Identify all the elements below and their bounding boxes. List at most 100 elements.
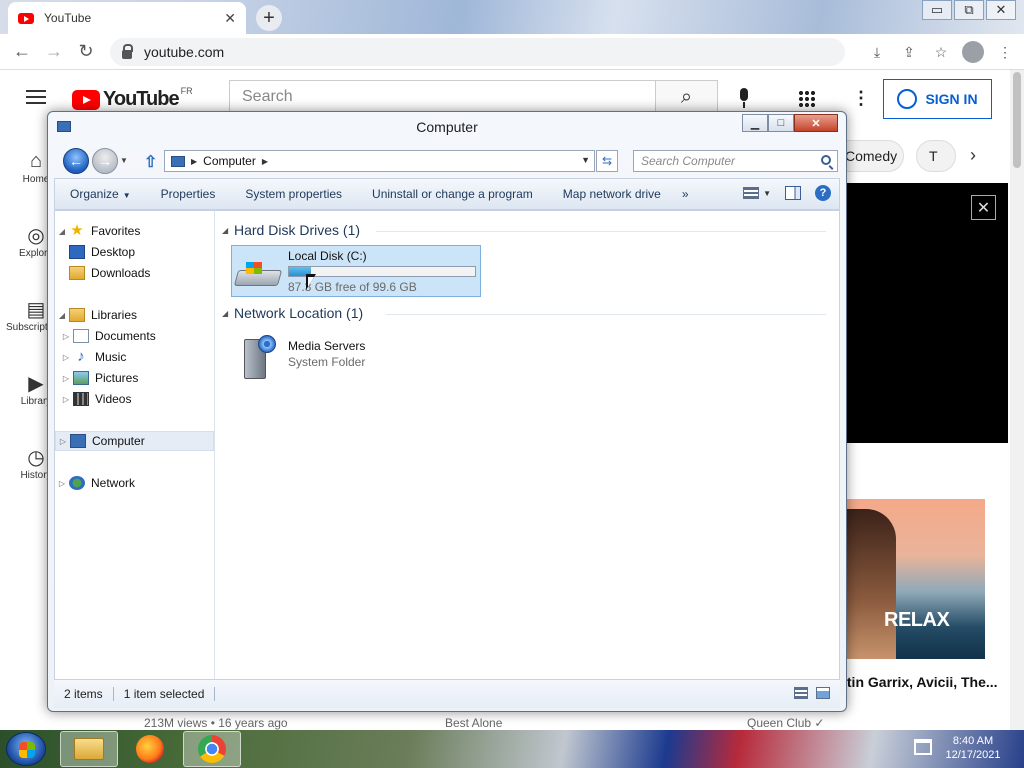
account-icon: [897, 89, 918, 109]
group-header-network-location[interactable]: ◢ Network Location (1): [222, 303, 363, 323]
expanded-arrow-icon[interactable]: ◢: [222, 226, 234, 235]
navigation-pane: ◢ ★ Favorites Desktop Downloads ◢ Librar…: [55, 211, 215, 679]
taskbar-chrome[interactable]: [183, 731, 241, 767]
apps-grid-icon[interactable]: [798, 90, 816, 108]
nav-item-computer[interactable]: ▷ Computer: [55, 431, 214, 451]
microphone-icon[interactable]: [738, 88, 750, 110]
back-button[interactable]: ←: [63, 148, 89, 174]
tab-close-icon[interactable]: ✕: [224, 10, 236, 27]
nav-item-pictures[interactable]: ▷ Pictures: [55, 368, 214, 388]
map-network-drive-button[interactable]: Map network drive: [548, 187, 676, 201]
video-thumbnail[interactable]: RELAX: [846, 499, 985, 659]
details-view-icon[interactable]: [794, 687, 808, 699]
profile-avatar-icon[interactable]: [962, 41, 984, 63]
arrow-left-icon: ←: [69, 153, 83, 169]
new-tab-button[interactable]: +: [256, 5, 282, 31]
explorer-address-bar[interactable]: ▶ Computer ▶ ▼: [164, 150, 595, 172]
youtube-search-input[interactable]: Search: [229, 80, 656, 114]
breadcrumb-arrow-icon[interactable]: ▶: [262, 157, 268, 166]
address-bar[interactable]: youtube.com: [110, 38, 845, 66]
expanded-arrow-icon[interactable]: ◢: [222, 309, 234, 318]
collapsed-arrow-icon[interactable]: ▷: [59, 374, 73, 383]
nav-item-desktop[interactable]: Desktop: [55, 242, 214, 262]
content-pane: ◢ Hard Disk Drives (1) Local Disk (C:) 8…: [216, 211, 841, 679]
sign-in-button[interactable]: SIGN IN: [883, 79, 992, 119]
youtube-search-button[interactable]: ⌕: [655, 80, 718, 114]
settings-dots-icon[interactable]: ⋮: [852, 88, 870, 108]
close-window-button[interactable]: ✕: [986, 0, 1016, 20]
nav-item-favorites[interactable]: ◢ ★ Favorites: [55, 221, 214, 241]
expanded-arrow-icon[interactable]: ◢: [55, 311, 69, 320]
preview-pane-icon[interactable]: [785, 186, 801, 200]
media-server-icon[interactable]: [238, 335, 280, 381]
refresh-icon[interactable]: ⇆: [596, 150, 618, 172]
more-commands-button[interactable]: »: [676, 187, 695, 201]
chip-next-category[interactable]: T: [916, 140, 956, 172]
uninstall-program-button[interactable]: Uninstall or change a program: [357, 187, 548, 201]
collapsed-arrow-icon[interactable]: ▷: [55, 479, 69, 488]
back-arrow-icon[interactable]: ←: [6, 36, 38, 68]
start-button[interactable]: [6, 732, 46, 766]
taskbar-firefox[interactable]: [121, 731, 179, 767]
drive-item-local-disk[interactable]: Local Disk (C:) 87.3 GB free of 99.6 GB: [231, 245, 481, 297]
system-clock[interactable]: 8:40 AM 12/17/2021: [940, 734, 1006, 762]
nav-item-downloads[interactable]: Downloads: [55, 263, 214, 283]
taskbar-explorer[interactable]: [60, 731, 118, 767]
minimize-button[interactable]: ▭: [922, 0, 952, 20]
nav-item-music[interactable]: ▷ ♪ Music: [55, 347, 214, 367]
nav-item-network[interactable]: ▷ Network: [55, 473, 214, 493]
restore-button[interactable]: ⧉: [954, 0, 984, 20]
tiles-view-icon[interactable]: [816, 687, 830, 699]
reload-icon[interactable]: ↻: [70, 36, 102, 68]
media-server-name[interactable]: Media Servers: [288, 339, 365, 353]
thumbnail-text: RELAX: [884, 609, 950, 631]
video-meta[interactable]: Best Alone: [445, 716, 502, 730]
forward-arrow-icon[interactable]: →: [38, 36, 70, 68]
explorer-search-input[interactable]: Search Computer: [633, 150, 838, 172]
media-disc: [258, 335, 276, 353]
organize-button[interactable]: Organize ▼: [55, 187, 146, 201]
explorer-close-button[interactable]: ✕: [794, 114, 838, 132]
page-scrollbar[interactable]: [1010, 70, 1024, 730]
share-icon[interactable]: ⇪: [898, 41, 920, 63]
breadcrumb-computer[interactable]: Computer: [203, 154, 256, 168]
install-app-icon[interactable]: ⤓: [866, 41, 888, 63]
browser-menu-icon[interactable]: ⋮: [994, 41, 1016, 63]
explorer-minimize-button[interactable]: ▁: [742, 114, 768, 132]
explorer-maximize-button[interactable]: □: [768, 114, 794, 132]
video-meta[interactable]: Queen Club ✓: [747, 716, 824, 730]
address-dropdown-icon[interactable]: ▼: [581, 155, 590, 165]
collapsed-arrow-icon[interactable]: ▷: [59, 332, 73, 341]
tab-title: YouTube: [44, 11, 92, 25]
nav-label: Pictures: [95, 371, 139, 385]
close-icon[interactable]: ✕: [971, 195, 996, 220]
bookmark-star-icon[interactable]: ☆: [930, 41, 952, 63]
collapsed-arrow-icon[interactable]: ▷: [59, 395, 73, 404]
help-icon[interactable]: ?: [815, 185, 831, 201]
recent-pages-dropdown-icon[interactable]: ▼: [120, 156, 128, 165]
forward-button[interactable]: →: [92, 148, 118, 174]
expanded-arrow-icon[interactable]: ◢: [55, 227, 69, 236]
nav-item-libraries[interactable]: ◢ Libraries: [55, 305, 214, 325]
nav-item-videos[interactable]: ▷ Videos: [55, 389, 214, 409]
chevron-right-icon[interactable]: ›: [970, 145, 976, 166]
breadcrumb-arrow-icon[interactable]: ▶: [191, 157, 197, 166]
collapsed-arrow-icon[interactable]: ▷: [59, 353, 73, 362]
group-header-hard-disk[interactable]: ◢ Hard Disk Drives (1): [222, 220, 360, 240]
system-properties-button[interactable]: System properties: [230, 187, 357, 201]
scrollbar-thumb[interactable]: [1013, 72, 1021, 168]
tab-youtube[interactable]: YouTube ✕: [8, 2, 246, 34]
network-tray-icon[interactable]: [914, 739, 932, 755]
youtube-logo[interactable]: YouTube FR: [72, 86, 193, 111]
change-view-icon[interactable]: [743, 187, 760, 199]
properties-button[interactable]: Properties: [146, 187, 231, 201]
up-arrow-icon[interactable]: ⇧: [144, 152, 157, 172]
video-player[interactable]: [846, 183, 1008, 443]
hamburger-menu-icon[interactable]: [26, 90, 46, 104]
video-title[interactable]: Martin Garrix, Avicii, The...: [822, 672, 1012, 692]
collapsed-arrow-icon[interactable]: ▷: [56, 437, 70, 446]
explorer-title-bar[interactable]: Computer ▁ □ ✕: [48, 112, 846, 142]
nav-item-documents[interactable]: ▷ Documents: [55, 326, 214, 346]
clock-time: 8:40 AM: [952, 735, 994, 747]
chevron-down-icon[interactable]: ▼: [763, 189, 771, 198]
